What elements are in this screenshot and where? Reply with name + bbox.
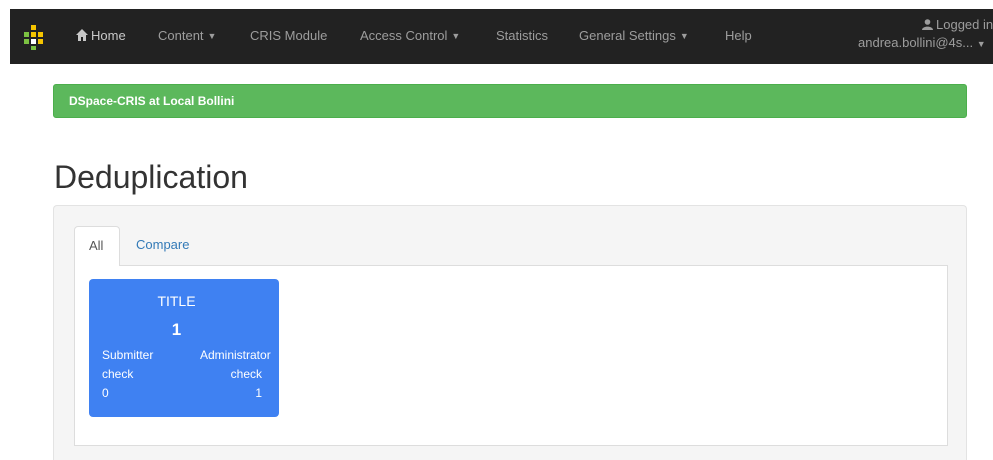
card-count: 1 xyxy=(171,320,182,339)
user-menu[interactable]: Logged in as andrea.bollini@4s... ▼ xyxy=(858,16,993,53)
caret-down-icon: ▼ xyxy=(451,31,461,41)
tab-all[interactable]: All xyxy=(74,226,120,267)
banner-text: DSpace-CRIS at Local Bollini xyxy=(69,94,235,108)
card-title: TITLE xyxy=(157,293,196,309)
tab-bar: All Compare xyxy=(74,226,948,267)
nav-help-label: Help xyxy=(725,28,752,43)
nav-access-control-label: Access Control xyxy=(360,28,448,43)
nav-general-settings-label: General Settings xyxy=(579,28,676,43)
top-navbar: Home Content ▼ CRIS Module Access Control… xyxy=(10,9,993,64)
submitter-check-label-1: Submitter xyxy=(102,348,154,362)
nav-home-label: Home xyxy=(91,28,126,43)
nav-home-link[interactable]: Home xyxy=(76,28,126,44)
nav-content-dropdown[interactable]: Content ▼ xyxy=(158,28,216,44)
administrator-check-value: 1 xyxy=(255,386,262,400)
nav-cris-module-label: CRIS Module xyxy=(250,28,328,43)
nav-statistics-link[interactable]: Statistics xyxy=(496,28,548,44)
site-banner: DSpace-CRIS at Local Bollini xyxy=(53,84,967,118)
caret-down-icon: ▼ xyxy=(207,31,217,41)
submitter-check-value: 0 xyxy=(102,386,109,400)
nav-access-control-dropdown[interactable]: Access Control ▼ xyxy=(360,28,460,44)
nav-general-settings-dropdown[interactable]: General Settings ▼ xyxy=(579,28,689,44)
login-status-label: Logged in as xyxy=(936,17,993,32)
user-icon xyxy=(922,19,933,30)
dspace-logo-icon[interactable] xyxy=(20,23,48,51)
deduplication-panel: All Compare TITLE 1 Submitter check 0 Ad… xyxy=(53,205,967,460)
caret-down-icon: ▼ xyxy=(976,39,986,49)
tab-compare[interactable]: Compare xyxy=(122,226,203,266)
caret-down-icon: ▼ xyxy=(679,31,689,41)
administrator-check-label-1: Administrator xyxy=(200,348,271,362)
nav-help-link[interactable]: Help xyxy=(725,28,752,44)
submitter-check-label-2: check xyxy=(102,367,134,381)
tab-pane-all: TITLE 1 Submitter check 0 Administrator … xyxy=(74,266,948,446)
administrator-check-label-2: check xyxy=(230,367,262,381)
dedup-summary-card[interactable]: TITLE 1 Submitter check 0 Administrator … xyxy=(89,279,279,417)
nav-cris-module-link[interactable]: CRIS Module xyxy=(250,28,327,44)
nav-content-label: Content xyxy=(158,28,204,43)
submitter-check-block[interactable]: Submitter check 0 xyxy=(102,346,153,403)
administrator-check-block[interactable]: Administrator check 1 xyxy=(200,346,275,403)
page-title: Deduplication xyxy=(54,159,248,195)
home-icon xyxy=(76,29,88,41)
username-label: andrea.bollini@4s... xyxy=(858,35,974,50)
nav-statistics-label: Statistics xyxy=(496,28,549,43)
